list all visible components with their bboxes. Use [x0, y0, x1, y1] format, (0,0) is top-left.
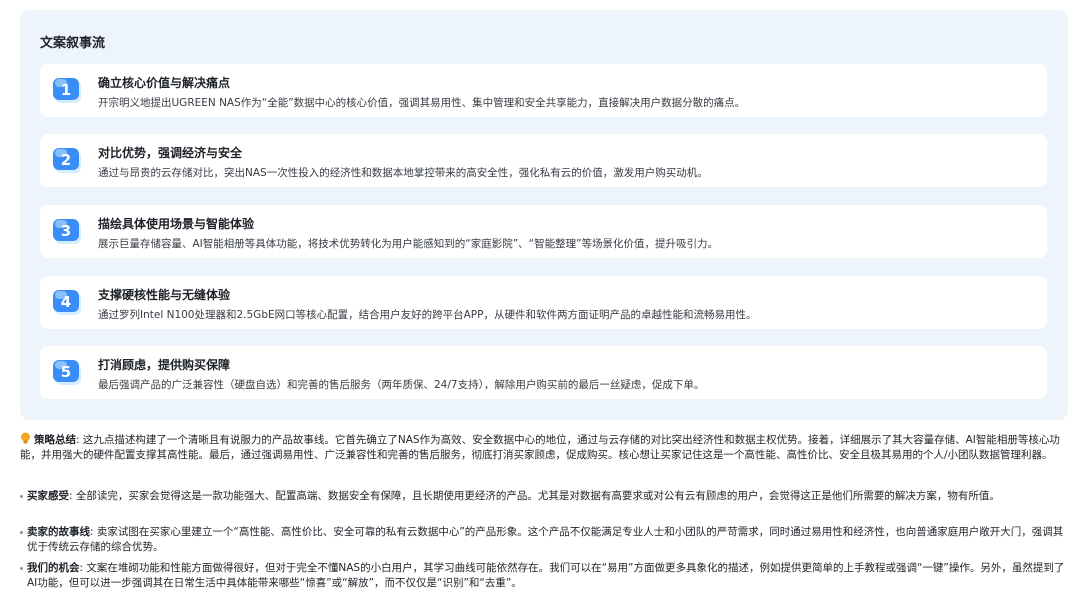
card-title: 确立核心价值与解决痛点: [98, 76, 231, 90]
bullet-dot: [20, 495, 23, 498]
bullet-text: : 卖家试图在买家心里建立一个“高性能、高性价比、安全可靠的私有云数据中心”的产…: [27, 526, 1064, 553]
bullet-label: 我们的机会: [27, 562, 80, 574]
summary-label: 策略总结: [34, 434, 76, 446]
card-description: 开宗明义地提出UGREEN NAS作为“全能”数据中心的核心价值，强调其易用性、…: [98, 97, 746, 109]
narrative-card-2: 2 对比优势，强调经济与安全 通过与昂贵的云存储对比，突出NAS一次性投入的经济…: [40, 134, 1047, 187]
card-title: 支撑硬核性能与无缝体验: [98, 288, 231, 302]
lightbulb-icon: [21, 432, 30, 444]
narrative-flow-panel: 文案叙事流 1 确立核心价值与解决痛点 开宗明义地提出UGREEN NAS作为“…: [20, 10, 1068, 420]
number-2-icon: 2: [53, 148, 81, 173]
bullet-label: 买家感受: [27, 490, 69, 502]
svg-text:1: 1: [61, 81, 71, 99]
svg-text:5: 5: [61, 363, 71, 381]
number-4-icon: 4: [53, 290, 81, 315]
bullet-seller-story: 卖家的故事线: 卖家试图在买家心里建立一个“高性能、高性价比、安全可靠的私有云数…: [20, 525, 1065, 555]
bullet-dot: [20, 531, 23, 534]
narrative-card-4: 4 支撑硬核性能与无缝体验 通过罗列Intel N100处理器和2.5GbE网口…: [40, 276, 1047, 329]
bullet-our-opportunity: 我们的机会: 文案在堆砌功能和性能方面做得很好，但对于完全不懂NAS的小白用户，…: [20, 561, 1065, 591]
narrative-card-1: 1 确立核心价值与解决痛点 开宗明义地提出UGREEN NAS作为“全能”数据中…: [40, 64, 1047, 117]
number-5-icon: 5: [53, 360, 81, 385]
bullet-buyer-feeling: 买家感受: 全部读完，买家会觉得这是一款功能强大、配置高端、数据安全有保障，且长…: [20, 489, 1065, 504]
number-3-icon: 3: [53, 219, 81, 244]
card-title: 对比优势，强调经济与安全: [98, 146, 243, 160]
card-title: 描绘具体使用场景与智能体验: [98, 217, 255, 231]
panel-title: 文案叙事流: [40, 36, 106, 51]
narrative-card-5: 5 打消顾虑，提供购买保障 最后强调产品的广泛兼容性（硬盘自选）和完善的售后服务…: [40, 346, 1047, 399]
card-description: 通过罗列Intel N100处理器和2.5GbE网口等核心配置，结合用户友好的跨…: [98, 309, 757, 321]
svg-text:4: 4: [61, 293, 71, 311]
bullet-label: 卖家的故事线: [27, 526, 90, 538]
card-title: 打消顾虑，提供购买保障: [98, 358, 231, 372]
summary-text: : 这九点描述构建了一个清晰且有说服力的产品故事线。它首先确立了NAS作为高效、…: [20, 434, 1060, 461]
strategy-summary: 策略总结: 这九点描述构建了一个清晰且有说服力的产品故事线。它首先确立了NAS作…: [20, 432, 1065, 463]
bullet-text: : 全部读完，买家会觉得这是一款功能强大、配置高端、数据安全有保障，且长期使用更…: [69, 490, 1000, 502]
bullet-text: : 文案在堆砌功能和性能方面做得很好，但对于完全不懂NAS的小白用户，其学习曲线…: [27, 562, 1065, 589]
card-description: 展示巨量存储容量、AI智能相册等具体功能，将技术优势转化为用户能感知到的“家庭影…: [98, 238, 719, 250]
svg-text:3: 3: [61, 222, 71, 240]
narrative-card-3: 3 描绘具体使用场景与智能体验 展示巨量存储容量、AI智能相册等具体功能，将技术…: [40, 205, 1047, 258]
bullet-dot: [20, 567, 23, 570]
card-description: 最后强调产品的广泛兼容性（硬盘自选）和完善的售后服务（两年质保、24/7支持），…: [98, 379, 705, 391]
card-description: 通过与昂贵的云存储对比，突出NAS一次性投入的经济性和数据本地掌控带来的高安全性…: [98, 167, 708, 179]
svg-text:2: 2: [61, 151, 71, 169]
number-1-icon: 1: [53, 78, 81, 103]
